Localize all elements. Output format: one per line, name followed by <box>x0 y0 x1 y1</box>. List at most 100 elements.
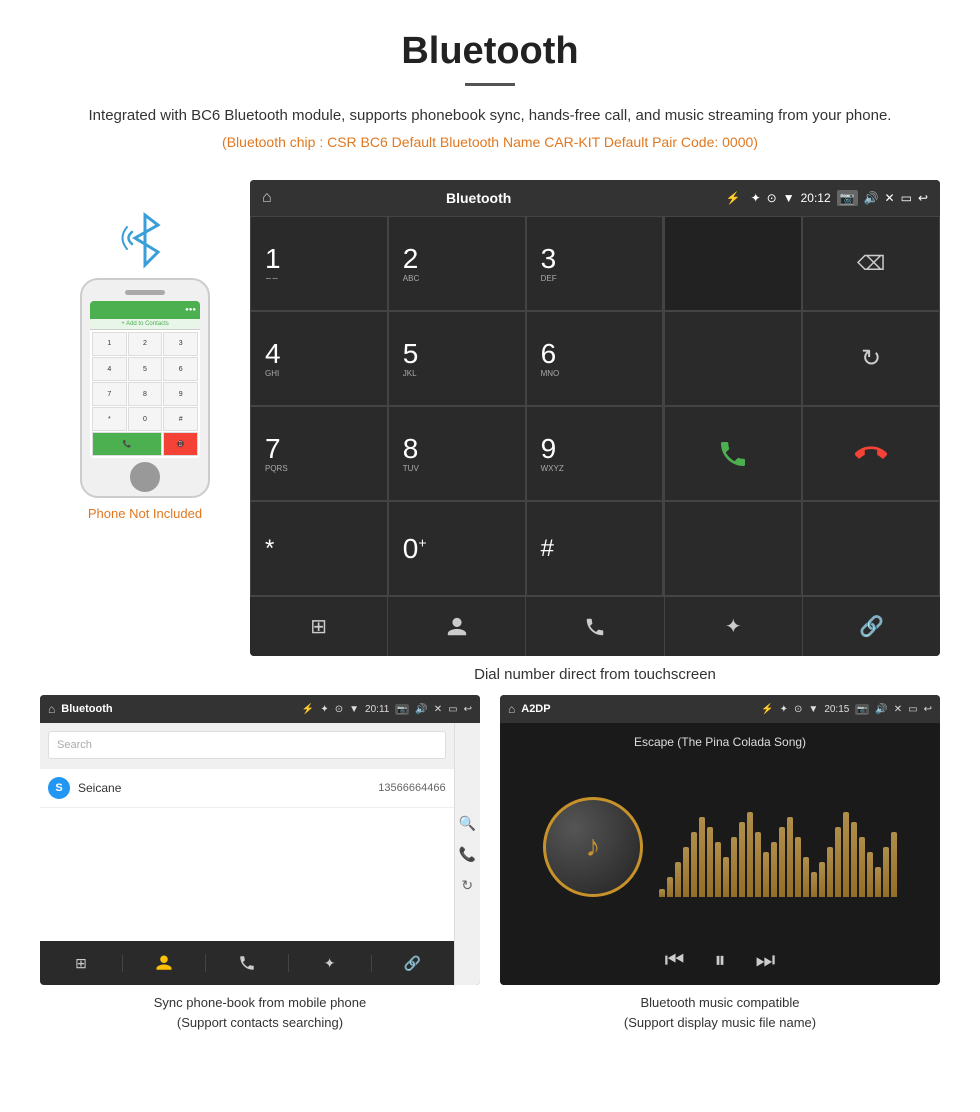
pb-caption-line1: Sync phone-book from mobile phone <box>154 995 366 1010</box>
phone-call-btn: 📞 <box>92 432 162 456</box>
key-5[interactable]: 5 JKL <box>388 311 526 406</box>
prev-button[interactable]: ⏮ <box>665 947 685 973</box>
bluetooth-tool[interactable]: ✦ <box>665 597 803 656</box>
pb-search-wrapper: Search <box>40 723 454 769</box>
close-icon: ✕ <box>885 191 895 205</box>
statusbar-title: Bluetooth <box>262 190 696 206</box>
pb-time: 20:11 <box>365 704 389 715</box>
vis-bar <box>683 847 689 897</box>
dial-keys: 1 ∽∽ 2 ABC 3 DEF 4 GHI 5 JKL <box>250 216 664 596</box>
pb-side-refresh-icon[interactable]: ↻ <box>461 877 473 894</box>
vis-bar <box>731 837 737 897</box>
vis-bar <box>819 862 825 897</box>
pb-bt-icon: ✦ <box>320 704 328 715</box>
pb-link-tool[interactable]: 🔗 <box>372 955 454 972</box>
bluetooth-status-icon: ✦ <box>751 191 761 205</box>
pb-body: Search S Seicane 13566664466 ⊞ <box>40 723 480 985</box>
pb-phone-tool[interactable] <box>206 954 289 972</box>
vis-bar <box>747 812 753 897</box>
key-6[interactable]: 6 MNO <box>526 311 664 406</box>
vis-bar <box>659 889 665 897</box>
key-star[interactable]: * <box>250 501 388 596</box>
music-main-area: ♪ <box>543 763 897 931</box>
pb-usb-icon: ⚡ <box>302 704 314 715</box>
music-loc-icon: ⊙ <box>794 704 802 715</box>
vis-bar <box>715 842 721 897</box>
vis-bar <box>667 877 673 897</box>
music-caption: Bluetooth music compatible (Support disp… <box>500 985 940 1036</box>
pb-contact-avatar: S <box>48 777 70 799</box>
phone-key-7: 7 <box>92 382 127 406</box>
music-album-art: ♪ <box>543 797 643 897</box>
pb-caption-line2: (Support contacts searching) <box>177 1015 343 1030</box>
phone-end-btn: 📵 <box>163 432 198 456</box>
music-statusbar-title: A2DP <box>521 703 550 715</box>
vis-bar <box>699 817 705 897</box>
phone-key-4: 4 <box>92 357 127 381</box>
refresh-button[interactable]: ↻ <box>802 311 940 406</box>
vis-bar <box>835 827 841 897</box>
phone-screen: ●●● + Add to Contacts 1 2 3 4 5 6 7 8 9 … <box>90 301 200 459</box>
music-wifi-icon: ▼ <box>808 704 818 715</box>
key-7[interactable]: 7 PQRS <box>250 406 388 501</box>
key-9[interactable]: 9 WXYZ <box>526 406 664 501</box>
phone-key-0: 0 <box>128 407 163 431</box>
backspace-button[interactable]: ⌫ <box>802 216 940 311</box>
key-2[interactable]: 2 ABC <box>388 216 526 311</box>
vis-bar <box>739 822 745 897</box>
pb-side-search-icon[interactable]: 🔍 <box>459 815 476 832</box>
vis-bar <box>803 857 809 897</box>
vis-bar <box>691 832 697 897</box>
pb-vol-icon: 🔊 <box>415 704 427 715</box>
pb-bt-tool[interactable]: ✦ <box>289 955 372 972</box>
phone-tool[interactable] <box>526 597 664 656</box>
music-vol-icon: 🔊 <box>875 704 887 715</box>
key-8[interactable]: 8 TUV <box>388 406 526 501</box>
phone-key-9: 9 <box>163 382 198 406</box>
music-x-icon: ✕ <box>894 704 902 715</box>
key-hash[interactable]: # <box>526 501 664 596</box>
vis-bar <box>859 837 865 897</box>
play-pause-button[interactable]: ⏸ <box>714 947 725 973</box>
music-home-icon: ⌂ <box>508 702 515 716</box>
grid-tool[interactable]: ⊞ <box>250 597 388 656</box>
call-button[interactable] <box>664 406 802 501</box>
dial-statusbar: ⌂ Bluetooth ⚡ ✦ ⊙ ▼ 20:12 📷 🔊 ✕ ▭ ↩ <box>250 180 940 216</box>
music-song-title: Escape (The Pina Colada Song) <box>634 735 806 749</box>
link-tool[interactable]: 🔗 <box>803 597 940 656</box>
key-1[interactable]: 1 ∽∽ <box>250 216 388 311</box>
pb-contact-name: Seicane <box>78 781 378 795</box>
pb-search-bar[interactable]: Search <box>48 731 446 759</box>
back-icon: ↩ <box>918 191 928 205</box>
pb-phone-icon <box>238 954 256 972</box>
music-bt-icon: ✦ <box>780 704 788 715</box>
bluetooth-icon <box>120 210 170 270</box>
music-item: ⌂ A2DP ⚡ ✦ ⊙ ▼ 20:15 📷 🔊 ✕ ▭ ↩ Escape (T… <box>500 695 940 1036</box>
key-4[interactable]: 4 GHI <box>250 311 388 406</box>
page-header: Bluetooth Integrated with BC6 Bluetooth … <box>0 0 980 170</box>
phone-key-1: 1 <box>92 332 127 356</box>
statusbar-time: 20:12 <box>801 191 831 205</box>
dial-actions: ⌫ ↻ <box>664 216 940 596</box>
empty-cell-1 <box>664 311 802 406</box>
window-icon: ▭ <box>901 191 912 205</box>
pb-person-tool[interactable] <box>123 954 206 972</box>
pb-side-icons: 🔍 📞 ↻ <box>454 723 480 985</box>
phone-key-3: 3 <box>163 332 198 356</box>
phonebook-screen: ⌂ Bluetooth ⚡ ✦ ⊙ ▼ 20:11 📷 🔊 ✕ ▭ ↩ <box>40 695 480 985</box>
title-divider <box>465 83 515 86</box>
end-call-button[interactable] <box>802 406 940 501</box>
vis-bar <box>851 822 857 897</box>
contacts-tool[interactable] <box>388 597 526 656</box>
pb-side-phone-icon[interactable]: 📞 <box>459 846 476 863</box>
pb-grid-tool[interactable]: ⊞ <box>40 955 123 972</box>
key-0[interactable]: 0+ <box>388 501 526 596</box>
pb-home-icon: ⌂ <box>48 702 55 716</box>
page-specs: (Bluetooth chip : CSR BC6 Default Blueto… <box>60 134 920 150</box>
dial-display <box>664 216 802 311</box>
pb-contact-row[interactable]: S Seicane 13566664466 <box>40 769 454 808</box>
pb-contact-number: 13566664466 <box>378 782 445 794</box>
next-button[interactable]: ⏭ <box>756 947 776 973</box>
key-3[interactable]: 3 DEF <box>526 216 664 311</box>
vis-bar <box>707 827 713 897</box>
